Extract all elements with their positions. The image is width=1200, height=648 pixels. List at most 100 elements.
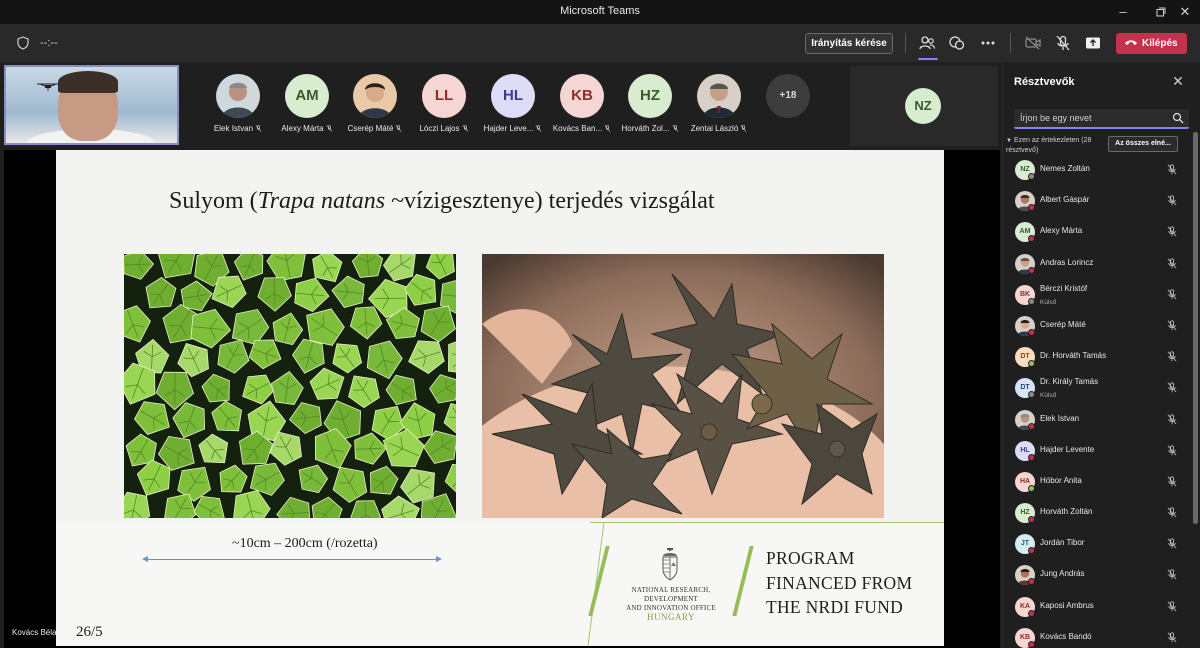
more-options-icon[interactable] — [979, 34, 997, 52]
participant-row[interactable]: Andras Lorincz — [1003, 252, 1193, 283]
participant-name: Kovács Bandó — [1040, 631, 1092, 641]
mic-off-icon[interactable] — [1167, 600, 1177, 612]
avatar: HZ — [628, 74, 672, 118]
presence-status-icon — [1028, 297, 1035, 305]
participant-name: Dr. Király Tamás — [1040, 377, 1099, 387]
participant-row[interactable]: KB Kovács Bandó — [1003, 626, 1193, 648]
participant-row[interactable]: DT Dr. Horváth Tamás — [1003, 345, 1193, 376]
participant-name: Andras Lorincz — [1040, 257, 1094, 267]
presence-status-icon — [1028, 547, 1035, 555]
mic-off-icon[interactable] — [1167, 476, 1177, 487]
share-screen-icon[interactable] — [1084, 34, 1102, 52]
mic-off-icon[interactable] — [1167, 320, 1177, 331]
camera-off-icon[interactable] — [1024, 34, 1042, 52]
rosette-size-caption: ~10cm – 200cm (/rozetta) — [232, 536, 378, 551]
water-chestnut-leaves-photo — [124, 254, 456, 518]
mic-off-icon[interactable] — [1167, 164, 1177, 175]
participant-name: Jordán Tibor — [1040, 538, 1085, 548]
mic-off-icon[interactable] — [1167, 632, 1177, 643]
search-box — [1014, 109, 1189, 129]
presence-status-icon — [1028, 516, 1035, 524]
chat-icon[interactable] — [948, 34, 966, 52]
participant-name: Horváth Zoltán — [1040, 507, 1093, 517]
close-icon[interactable]: ✕ — [1170, 2, 1200, 22]
external-label: Külső — [1040, 392, 1057, 400]
chevron-down-icon: ▼ — [1006, 138, 1012, 144]
mic-off-icon[interactable] — [1167, 257, 1177, 269]
minimize-icon[interactable]: – — [1108, 2, 1138, 22]
section-header[interactable]: ▼ Ezen az értekezleten (28 résztvevő) — [1006, 136, 1111, 155]
mic-off-icon — [740, 125, 747, 133]
avatar — [353, 74, 397, 118]
participant-row[interactable]: HZ Horváth Zoltán — [1003, 501, 1193, 532]
participant-tile[interactable]: HZ Horváth Zol... — [614, 74, 686, 136]
participant-name: Bérczi Kristóf — [1040, 283, 1088, 293]
mic-off-icon[interactable] — [1167, 382, 1177, 393]
participant-row[interactable]: DT Dr. Király Tamás Külső — [1003, 376, 1193, 407]
nrdi-office-label: NATIONAL RESEARCH, DEVELOPMENT AND INNOV… — [626, 586, 716, 622]
participant-tile[interactable]: Elek Istvan — [202, 74, 274, 136]
leave-label: Kilépés — [1142, 38, 1178, 49]
presence-status-icon — [1028, 266, 1035, 274]
participant-tile[interactable]: Zentai László — [683, 74, 755, 136]
title-bar: Microsoft Teams – ✕ — [0, 0, 1200, 24]
window-title: Microsoft Teams — [560, 5, 640, 17]
participant-name: Zentai László — [690, 124, 739, 133]
participant-row[interactable]: Cserép Máté — [1003, 314, 1193, 345]
presence-status-icon — [1028, 391, 1035, 399]
mic-off-icon[interactable] — [1167, 351, 1177, 362]
presence-status-icon — [1028, 578, 1035, 586]
mic-off-icon[interactable] — [1167, 226, 1177, 237]
mic-off-icon[interactable] — [1167, 195, 1177, 206]
mic-off-icon[interactable] — [1167, 413, 1177, 425]
slide-page-number: 26/5 — [76, 624, 103, 640]
arrow-right-head — [436, 556, 442, 562]
participant-tile[interactable]: KB Kovács Ban... — [546, 74, 618, 136]
mic-off-icon[interactable] — [1167, 507, 1177, 518]
participant-row[interactable]: Albert Gáspár — [1003, 189, 1193, 220]
participant-row[interactable]: HL Hajder Levente — [1003, 439, 1193, 470]
participant-tile[interactable]: LL Lóczi Lajos — [408, 74, 480, 136]
mic-off-icon[interactable] — [1167, 538, 1177, 549]
participant-row[interactable]: JT Jordán Tibor — [1003, 532, 1193, 563]
presence-status-icon — [1028, 453, 1035, 461]
presentation-slide: Sulyom (Trapa natans ~vízigesztenye) ter… — [56, 150, 944, 646]
participant-tile[interactable]: Cserép Máté — [339, 74, 411, 136]
search-icon[interactable] — [1172, 112, 1184, 124]
shield-icon[interactable] — [16, 36, 30, 50]
mic-off-icon[interactable] — [1167, 569, 1177, 580]
shared-content-stage: Sulyom (Trapa natans ~vízigesztenye) ter… — [4, 150, 1000, 648]
avatar: HL — [491, 74, 535, 118]
hungarian-crest-icon — [662, 548, 678, 581]
participant-row[interactable]: NZ Nemes Zoltán — [1003, 158, 1193, 189]
participant-name: Lóczi Lajos — [419, 124, 460, 133]
meeting-toolbar: --:-- Irányítás kérése Kilépés — [0, 24, 1200, 62]
participant-tile[interactable]: HL Hajder Leve... — [477, 74, 549, 136]
mic-off-icon — [536, 125, 542, 133]
request-control-button[interactable]: Irányítás kérése — [805, 33, 893, 54]
self-video-tile[interactable] — [4, 65, 179, 145]
participant-row[interactable]: HA Hóbor Anita — [1003, 470, 1193, 501]
participant-row[interactable]: AM Alexy Márta — [1003, 220, 1193, 251]
participant-name: Kovács Ban... — [552, 124, 603, 133]
mic-off-icon[interactable] — [1167, 445, 1177, 456]
more-participants-button[interactable]: +18 — [766, 74, 810, 118]
participant-tile-nz[interactable]: NZ — [850, 66, 998, 146]
mic-off-icon — [672, 125, 678, 133]
mute-all-button[interactable]: Az összes elné... — [1108, 136, 1178, 152]
panel-scrollbar[interactable] — [1193, 132, 1198, 524]
participant-row[interactable]: KA Kaposi Ambrus — [1003, 595, 1193, 626]
mic-off-icon[interactable] — [1167, 289, 1177, 300]
participant-row[interactable]: Elek Istvan — [1003, 408, 1193, 439]
size-arrow — [144, 559, 440, 560]
people-icon[interactable] — [918, 34, 936, 52]
mic-off-icon[interactable] — [1054, 34, 1072, 52]
participant-tile[interactable]: AM Alexy Márta — [271, 74, 343, 136]
participant-name: Jung András — [1040, 569, 1085, 579]
participant-row[interactable]: Jung András — [1003, 563, 1193, 594]
close-icon[interactable]: ✕ — [1171, 74, 1185, 88]
avatar — [697, 74, 741, 118]
leave-button[interactable]: Kilépés — [1116, 33, 1187, 54]
participant-row[interactable]: BK Bérczi Kristóf Külső — [1003, 283, 1193, 314]
search-input[interactable] — [1014, 109, 1164, 127]
